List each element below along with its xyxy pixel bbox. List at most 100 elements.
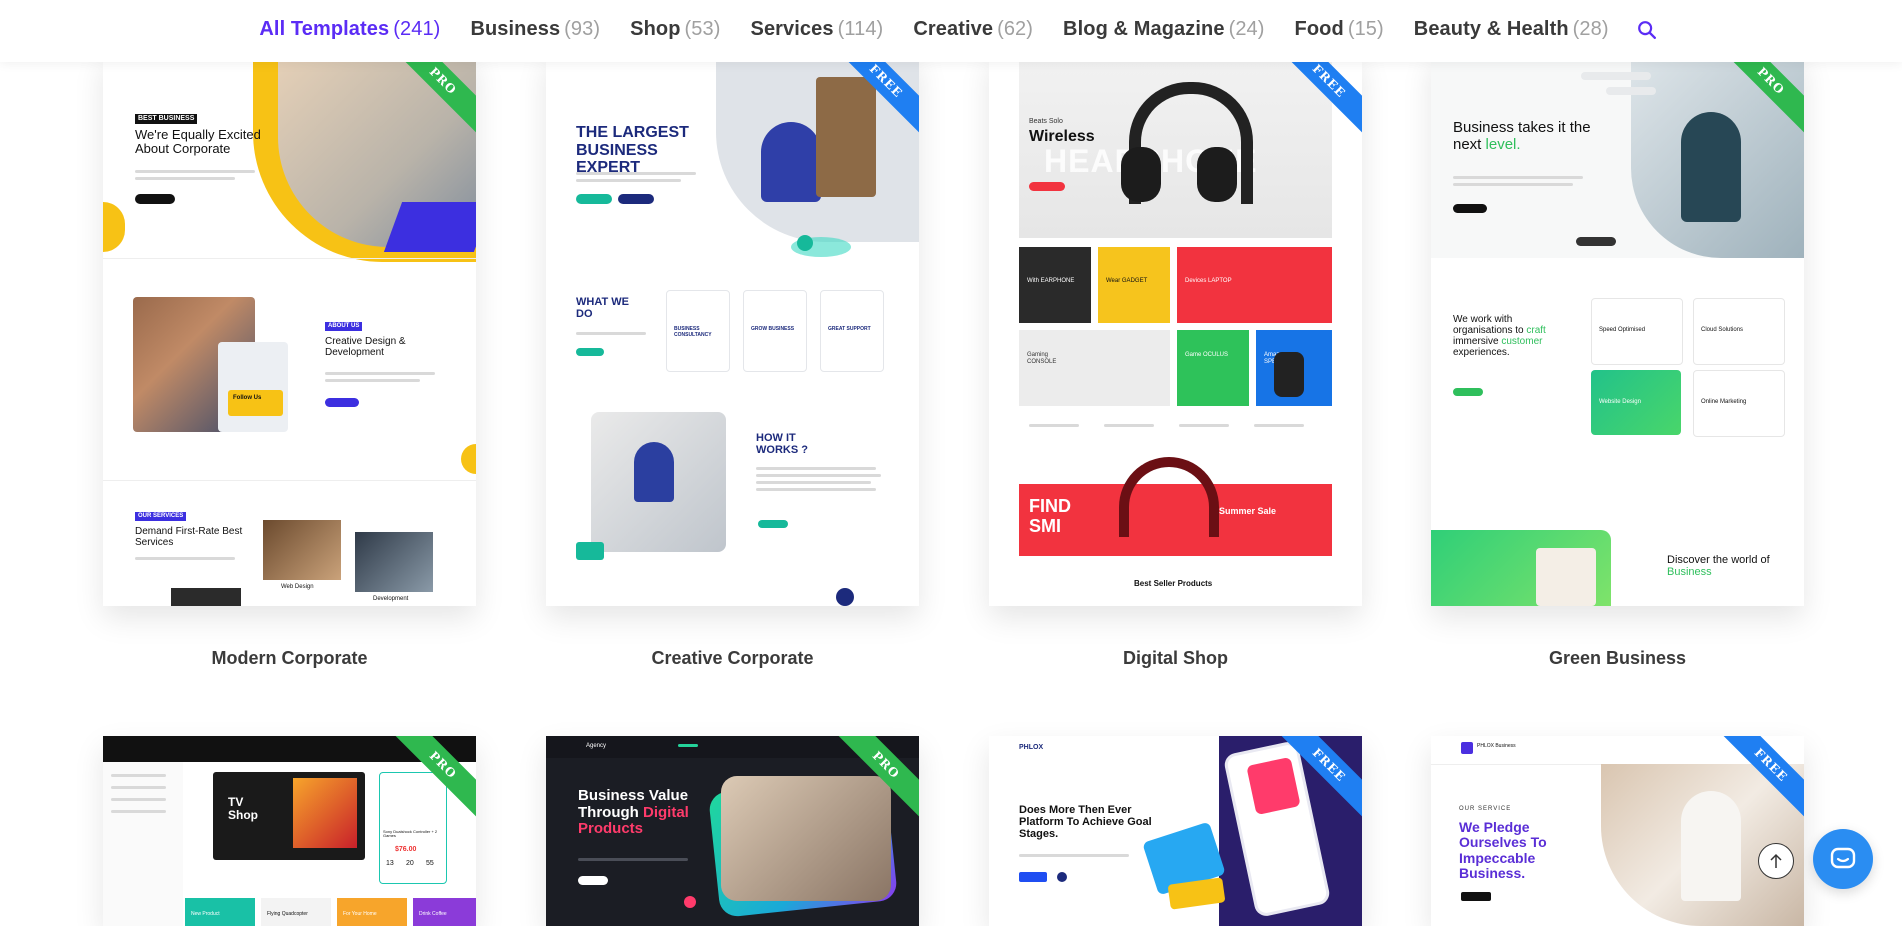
product-name: Sony Dualshock Controller + 2 Games xyxy=(383,829,438,839)
service-tag: Web Design xyxy=(281,584,314,590)
hero-figure xyxy=(1681,791,1741,901)
service-photo xyxy=(355,532,433,592)
thumb-text-line xyxy=(325,372,435,375)
thumb-text-line xyxy=(1029,424,1079,427)
tv-screen xyxy=(293,778,357,848)
tab-beauty-health[interactable]: Beauty & Health (28) xyxy=(1414,18,1609,41)
template-title[interactable]: Green Business xyxy=(1431,648,1804,669)
thumb-text-line xyxy=(1019,854,1129,857)
feature-label: Website Design xyxy=(1599,399,1641,405)
section-card xyxy=(218,342,288,432)
tab-blog-magazine[interactable]: Blog & Magazine (24) xyxy=(1063,18,1264,41)
play-icon xyxy=(1057,872,1067,882)
service-photo xyxy=(263,520,341,580)
scroll-to-top-button[interactable] xyxy=(1758,843,1794,879)
hero-figure xyxy=(761,122,821,202)
template-thumbnail: THE LARGEST BUSINESS EXPERT WHAT WE DO B… xyxy=(546,52,919,606)
thumb-heading: Business Value Through Digital Products xyxy=(578,787,689,837)
tab-count: (241) xyxy=(393,18,441,40)
template-thumbnail: BEST BUSINESS We're Equally Excited Abou… xyxy=(103,52,476,606)
tab-count: (93) xyxy=(564,18,601,40)
hero-dot xyxy=(103,202,125,252)
tab-business[interactable]: Business (93) xyxy=(470,18,600,41)
divider xyxy=(103,258,476,259)
follow-text: Follow Us xyxy=(233,395,262,401)
thumb-brand: PHLOX xyxy=(1019,744,1044,751)
service-label: GROW BUSINESS xyxy=(751,326,795,332)
decor-dot xyxy=(836,588,854,606)
product-price: $76.00 xyxy=(395,846,417,853)
section-heading: We work with organisations to craft imme… xyxy=(1453,314,1546,358)
service-label: BUSINESS CONSULTANCY xyxy=(674,326,712,338)
thumb-text-line xyxy=(576,332,646,335)
thumb-button xyxy=(576,194,612,204)
template-title[interactable]: Creative Corporate xyxy=(546,648,919,669)
template-thumbnail: TV Shop Sony Dualshock Controller + 2 Ga… xyxy=(103,736,476,926)
thumb-heading: Does More Then Ever Platform To Achieve … xyxy=(1019,804,1152,841)
thumb-text-line xyxy=(135,170,255,173)
tab-food[interactable]: Food (15) xyxy=(1295,18,1384,41)
headphone-cup xyxy=(1197,147,1237,202)
decor-dot xyxy=(684,896,696,908)
thumb-kicker: OUR SERVICE xyxy=(1459,806,1512,812)
search-icon[interactable] xyxy=(1636,19,1658,41)
tab-all-templates[interactable]: All Templates (241) xyxy=(259,18,440,41)
feature-label: Cloud Solutions xyxy=(1701,327,1744,333)
thumb-kicker: Beats Solo xyxy=(1029,118,1063,125)
tile-label: For Your Home xyxy=(343,911,377,917)
decor-bar xyxy=(1606,87,1656,95)
tile-label: Game OCULUS xyxy=(1185,352,1229,358)
how-figure xyxy=(634,442,674,502)
tab-services[interactable]: Services (114) xyxy=(751,18,884,41)
tab-count: (28) xyxy=(1572,18,1609,40)
thumb-button xyxy=(1461,892,1491,901)
thumb-logo xyxy=(1461,742,1473,754)
divider xyxy=(103,480,476,481)
thumb-text-line xyxy=(111,798,166,801)
thumb-text-line xyxy=(1179,424,1229,427)
tab-count: (62) xyxy=(997,18,1034,40)
section-heading: Best Seller Products xyxy=(1134,579,1213,588)
thumb-button xyxy=(135,194,175,204)
tab-count: (114) xyxy=(837,18,884,40)
nav-dot xyxy=(678,744,698,747)
thumb-text-line xyxy=(111,786,166,789)
sale-title: Summer Sale xyxy=(1219,506,1277,516)
thumb-button xyxy=(1453,388,1483,396)
headphone-cup xyxy=(1121,147,1161,202)
thumb-logo: BEST BUSINESS xyxy=(135,114,198,124)
thumb-text-line xyxy=(1453,176,1583,179)
thumb-text-line xyxy=(756,474,881,477)
tab-count: (15) xyxy=(1347,18,1384,40)
chat-button[interactable] xyxy=(1813,829,1873,889)
thumb-heading: TV Shop xyxy=(228,795,258,823)
follow-badge xyxy=(228,390,283,416)
template-thumbnail: Business takes it the next level. We wor… xyxy=(1431,52,1804,606)
template-title[interactable]: Digital Shop xyxy=(989,648,1362,669)
thumb-text-line xyxy=(756,488,876,491)
timer-value: 55 xyxy=(426,860,434,867)
section-heading: WHAT WE DO xyxy=(576,296,629,321)
thumb-button xyxy=(758,520,788,528)
thumb-heading: We Pledge Ourselves To Impeccable Busine… xyxy=(1459,819,1547,882)
tile-laptop xyxy=(1177,247,1332,323)
thumb-text-line xyxy=(1254,424,1304,427)
section-heading: Discover the world of Business xyxy=(1667,554,1770,579)
section-heading: Demand First-Rate Best Services xyxy=(135,526,243,548)
thumb-text-line xyxy=(135,557,235,560)
thumb-text-line xyxy=(576,172,696,175)
tile-label: New Product xyxy=(191,911,220,917)
tile-earphone xyxy=(1019,247,1091,323)
thumb-text-line xyxy=(578,858,688,861)
speaker-image xyxy=(1274,352,1304,397)
thumb-button xyxy=(618,194,654,204)
thumb-button xyxy=(1019,872,1047,882)
thumb-brand: Agency xyxy=(586,743,607,749)
tab-creative[interactable]: Creative (62) xyxy=(913,18,1033,41)
tab-shop[interactable]: Shop (53) xyxy=(630,18,720,41)
tile-label: Gaming CONSOLE xyxy=(1027,352,1057,365)
tile-console xyxy=(1019,330,1170,406)
thumb-button xyxy=(1029,182,1065,191)
decor-dot xyxy=(461,444,476,474)
template-title[interactable]: Modern Corporate xyxy=(103,648,476,669)
